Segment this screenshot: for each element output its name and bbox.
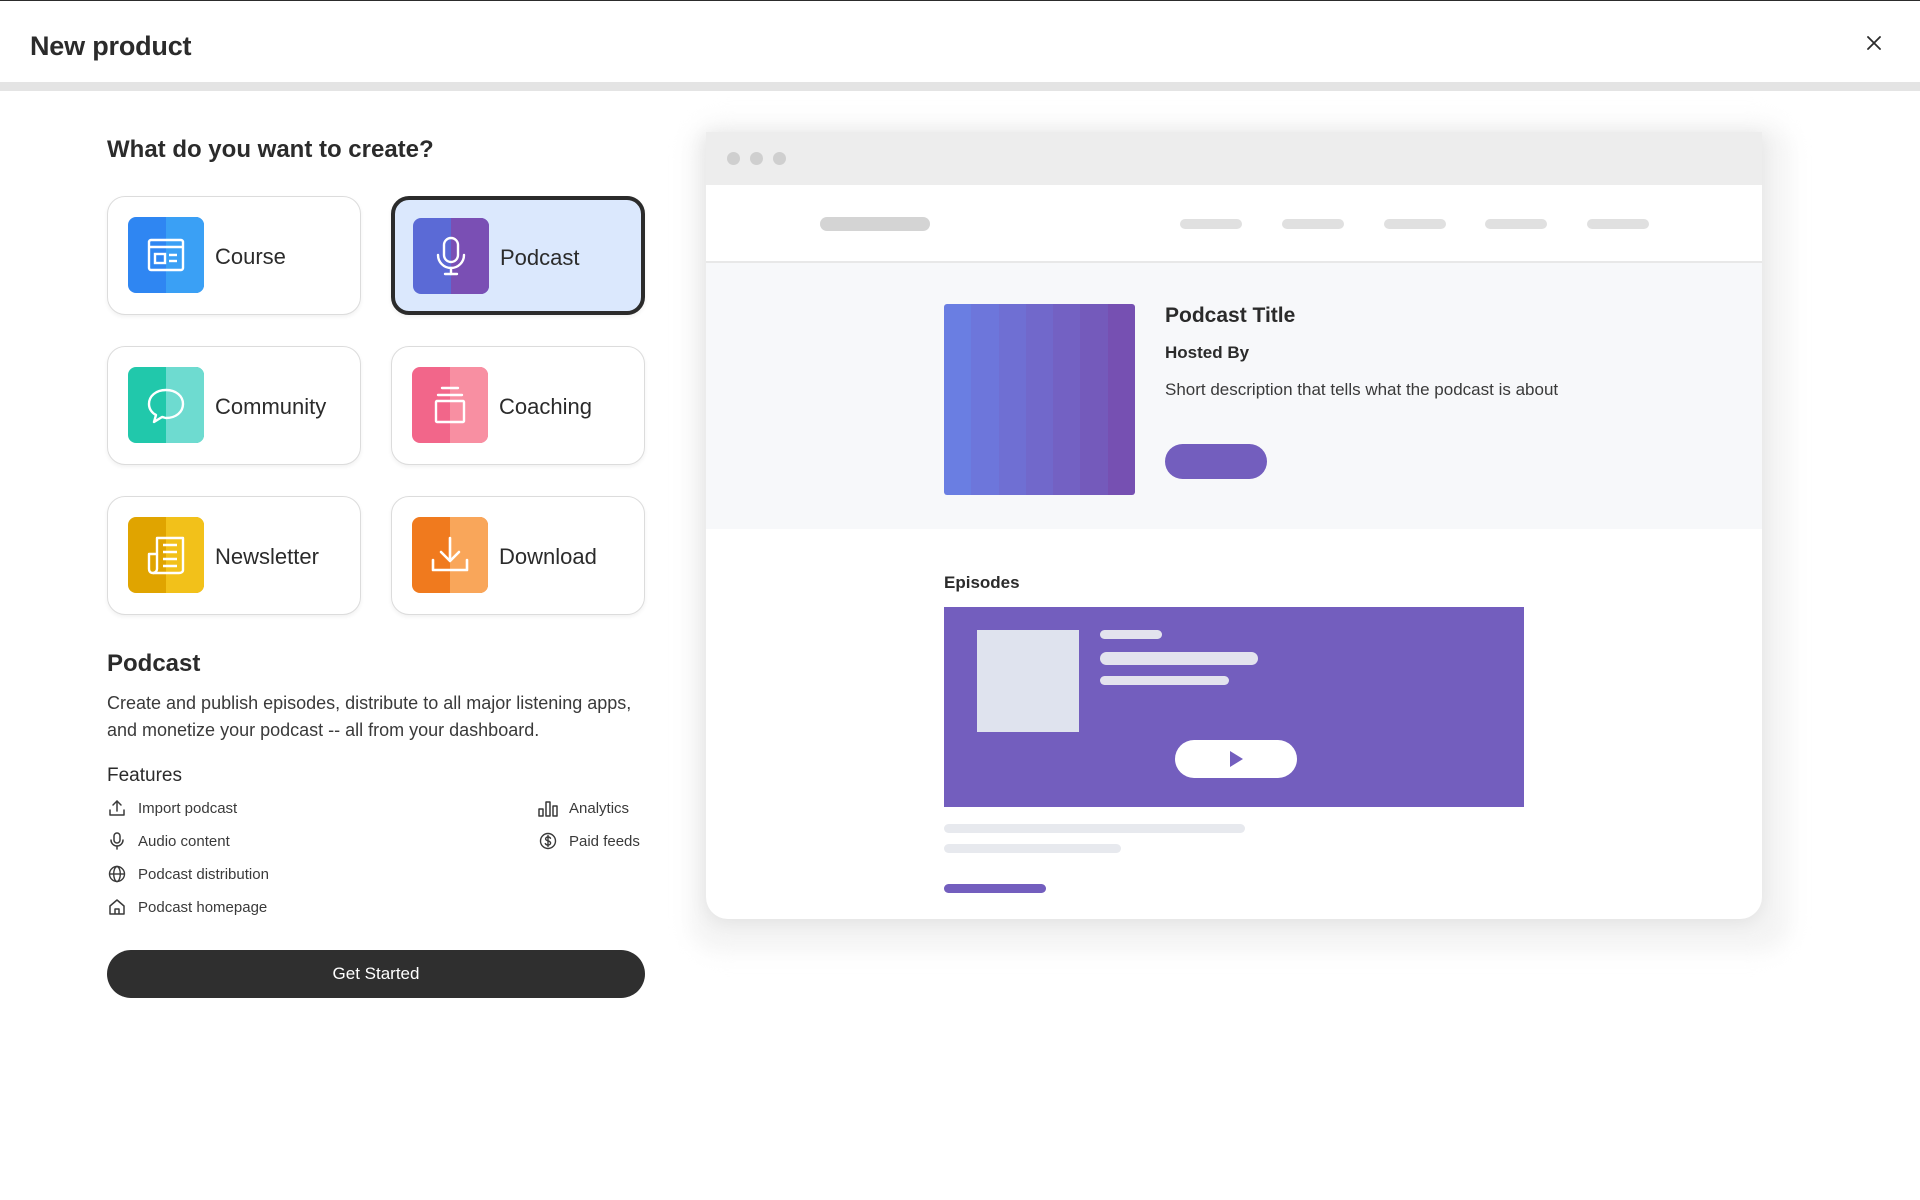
product-card-newsletter[interactable]: Newsletter — [107, 496, 361, 615]
close-button[interactable] — [1862, 31, 1886, 55]
browser-bar — [706, 132, 1762, 185]
newsletter-icon — [147, 536, 185, 575]
preview-podcast-title: Podcast Title — [1165, 304, 1296, 327]
dollar-circle-icon — [539, 832, 557, 850]
feature-label: Analytics — [569, 799, 630, 817]
community-tile — [128, 367, 204, 443]
feature-item: Import podcast — [107, 798, 237, 818]
product-card-coaching[interactable]: Coaching — [391, 346, 645, 465]
nav-placeholder — [1282, 219, 1344, 229]
header-divider — [0, 82, 1920, 91]
coaching-icon — [434, 386, 466, 424]
modal-title: New product — [30, 31, 192, 61]
upload-icon — [109, 800, 125, 816]
product-card-label: Newsletter — [215, 544, 319, 569]
nav-placeholder — [1485, 219, 1547, 229]
window-dot — [727, 152, 740, 165]
close-icon — [1867, 36, 1881, 50]
text-placeholder — [944, 824, 1245, 833]
section-heading: What do you want to create? — [107, 136, 434, 163]
product-card-podcast[interactable]: Podcast — [391, 196, 645, 315]
feature-item: Audio content — [107, 831, 230, 851]
text-placeholder — [944, 844, 1121, 853]
podcast-tile — [413, 218, 489, 294]
download-icon — [431, 536, 469, 572]
product-detail-description: Create and publish episodes, distribute … — [107, 693, 632, 740]
link-placeholder — [944, 884, 1046, 893]
feature-item: Podcast distribution — [107, 864, 269, 884]
feature-label: Audio content — [138, 832, 230, 850]
product-card-label: Download — [499, 544, 597, 569]
play-icon — [1230, 751, 1243, 767]
microphone-icon — [110, 832, 124, 850]
text-placeholder — [1100, 652, 1258, 665]
nav-placeholder — [1587, 219, 1649, 229]
episode-play-button — [1175, 740, 1297, 778]
product-card-course[interactable]: Course — [107, 196, 361, 315]
window-dot — [750, 152, 763, 165]
podcast-preview: Podcast Title Hosted By Short descriptio… — [706, 132, 1762, 919]
product-detail-title: Podcast — [107, 650, 201, 677]
preview-subscribe-button — [1165, 444, 1267, 479]
course-tile — [128, 217, 204, 293]
coaching-tile — [412, 367, 488, 443]
episodes-heading: Episodes — [944, 573, 1020, 592]
preview-hosted-by: Hosted By — [1165, 343, 1250, 362]
feature-item: Analytics — [538, 798, 629, 818]
chat-bubble-icon — [147, 388, 185, 424]
product-card-download[interactable]: Download — [391, 496, 645, 615]
product-card-label: Podcast — [500, 245, 580, 270]
product-card-community[interactable]: Community — [107, 346, 361, 465]
text-placeholder — [1100, 630, 1162, 639]
episode-thumbnail — [977, 630, 1079, 732]
bar-chart-icon — [538, 801, 558, 817]
feature-label: Podcast distribution — [138, 865, 269, 883]
logo-placeholder — [820, 217, 930, 231]
text-placeholder — [1100, 676, 1229, 685]
episode-card — [944, 607, 1524, 807]
podcast-cover-art — [944, 304, 1135, 495]
nav-placeholder — [1384, 219, 1446, 229]
newsletter-tile — [128, 517, 204, 593]
feature-label: Paid feeds — [569, 832, 640, 850]
product-card-label: Course — [215, 244, 286, 269]
preview-description: Short description that tells what the po… — [1165, 380, 1559, 399]
microphone-icon — [436, 236, 466, 276]
features-heading: Features — [107, 765, 182, 786]
product-card-label: Community — [215, 394, 327, 419]
feature-item: Paid feeds — [538, 831, 640, 851]
modal-header: New product — [0, 1, 1920, 82]
home-icon — [109, 899, 125, 915]
feature-item: Podcast homepage — [107, 897, 267, 917]
get-started-button[interactable]: Get Started — [107, 950, 645, 998]
nav-placeholder — [1180, 219, 1242, 229]
course-icon — [147, 238, 185, 272]
window-dot — [773, 152, 786, 165]
globe-icon — [108, 865, 126, 883]
preview-nav — [706, 185, 1762, 263]
download-tile — [412, 517, 488, 593]
feature-label: Import podcast — [138, 799, 238, 817]
product-card-label: Coaching — [499, 394, 592, 419]
feature-label: Podcast homepage — [138, 898, 268, 916]
